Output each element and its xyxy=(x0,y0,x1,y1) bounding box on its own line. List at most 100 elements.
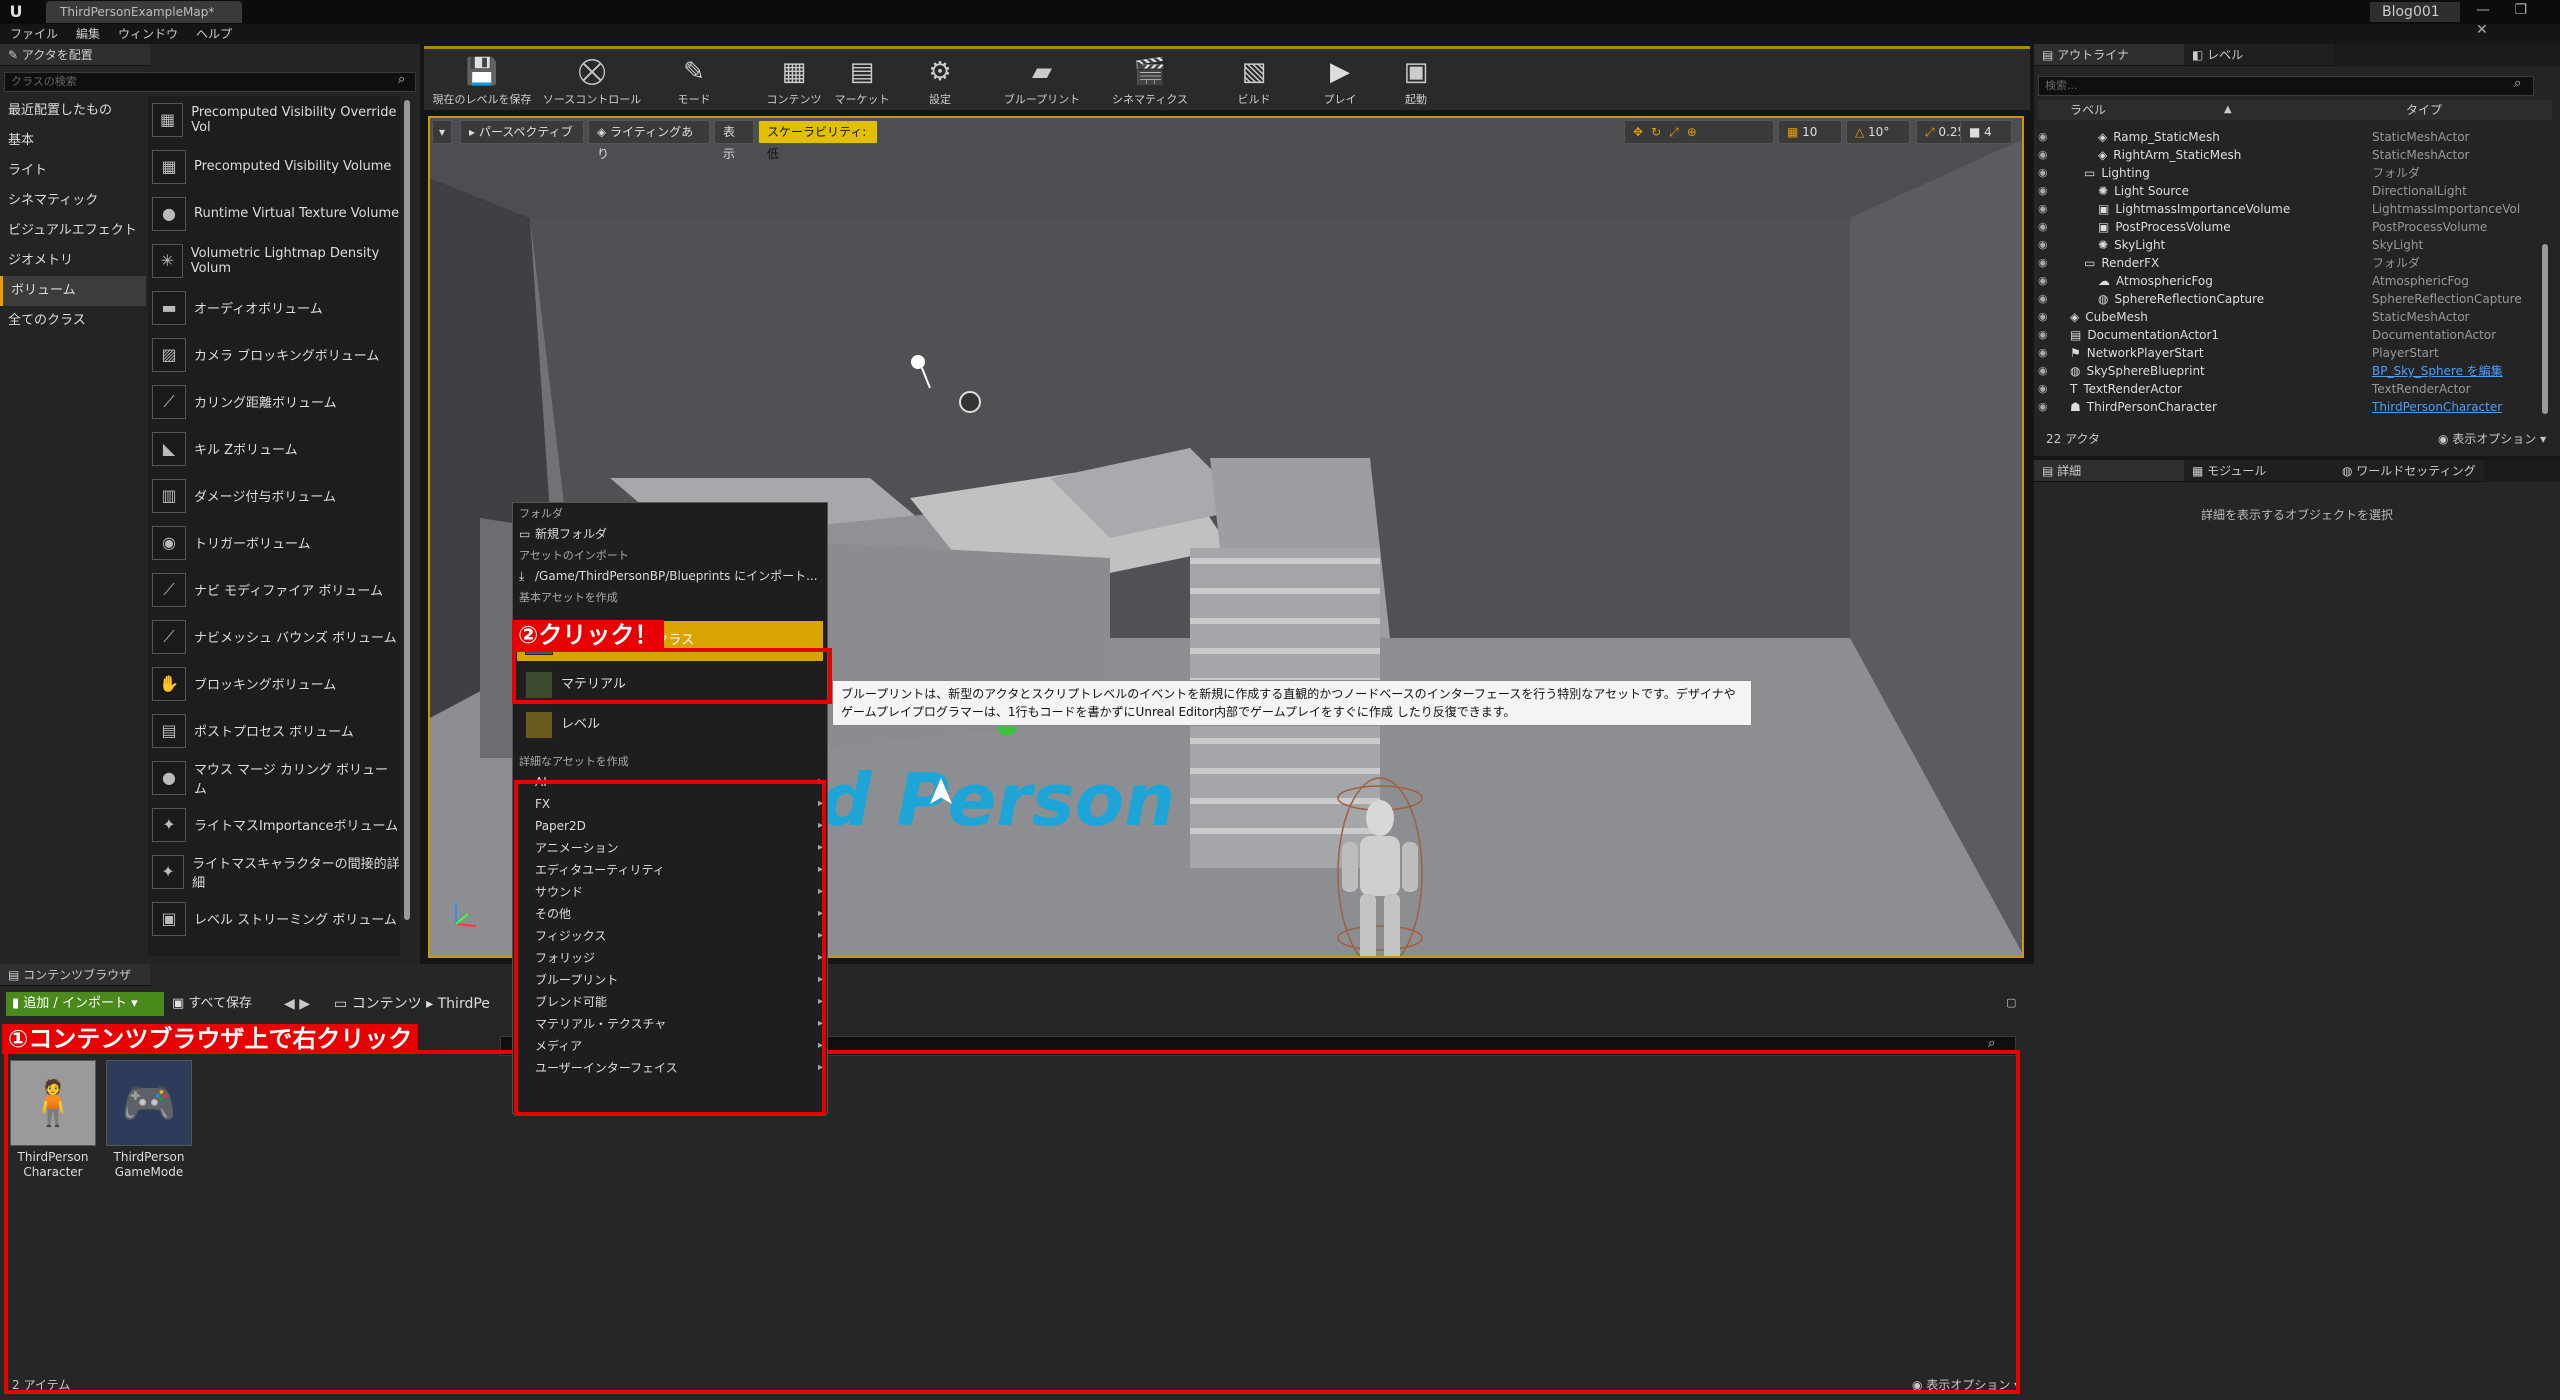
outliner-row[interactable]: ◉ ☁ AtmosphericFog AtmosphericFog xyxy=(2038,272,2548,290)
outliner-row[interactable]: ◉ ✺ SkyLight SkyLight xyxy=(2038,236,2548,254)
category-volumes[interactable]: ボリューム xyxy=(0,276,146,306)
outliner-row[interactable]: ◉ ⚑ NetworkPlayerStart PlayerStart xyxy=(2038,344,2548,362)
actor-item[interactable]: ▥ ダメージ付与ボリューム xyxy=(148,472,400,519)
outliner-row[interactable]: ◉ ▣ PostProcessVolume PostProcessVolume xyxy=(2038,218,2548,236)
details-tab[interactable]: ▤ 詳細 xyxy=(2034,460,2184,482)
outliner-row[interactable]: ◉ ☗ ThirdPersonCharacter ThirdPersonCharact… xyxy=(2038,398,2548,416)
build-button[interactable]: ▧ ビルド xyxy=(1224,55,1284,107)
visibility-eye-icon[interactable]: ◉ xyxy=(2038,146,2056,164)
visibility-eye-icon[interactable]: ◉ xyxy=(2038,182,2056,200)
category-lights[interactable]: ライト xyxy=(0,156,146,186)
outliner-row[interactable]: ◉ ◈ RightArm_StaticMesh StaticMeshActor xyxy=(2038,146,2548,164)
menu-help[interactable]: ヘルプ xyxy=(196,24,232,44)
add-import-button[interactable]: ▮ 追加 / インポート ▾ xyxy=(6,992,164,1016)
actor-item[interactable]: ▨ カメラ ブロッキングボリューム xyxy=(148,331,400,378)
visibility-eye-icon[interactable]: ◉ xyxy=(2038,128,2056,146)
class-search-input[interactable]: クラスの検索 xyxy=(4,72,416,92)
viewport-options-dropdown[interactable]: ▾ xyxy=(432,120,452,144)
visibility-eye-icon[interactable]: ◉ xyxy=(2038,200,2056,218)
source-control-button[interactable]: ⛒ ソースコントロール xyxy=(540,55,644,107)
document-tab[interactable]: ThirdPersonExampleMap* xyxy=(46,1,242,23)
visibility-eye-icon[interactable]: ◉ xyxy=(2038,308,2056,326)
actor-item[interactable]: ⟋ ナビメッシュ バウンズ ボリューム xyxy=(148,613,400,660)
world-settings-tab[interactable]: ◍ ワールドセッティング xyxy=(2334,460,2484,482)
visibility-eye-icon[interactable]: ◉ xyxy=(2038,236,2056,254)
category-cinematic[interactable]: シネマティック xyxy=(0,186,146,216)
rotation-snap-value[interactable]: △ 10° xyxy=(1846,120,1910,144)
save-all-button[interactable]: ▣ すべて保存 xyxy=(172,992,252,1016)
perspective-button[interactable]: ▸ パースペクティブ xyxy=(460,120,584,144)
outliner-row[interactable]: ◉ ◈ CubeMesh StaticMeshActor xyxy=(2038,308,2548,326)
outliner-row[interactable]: ◉ ▣ LightmassImportanceVolume LightmassImpo… xyxy=(2038,200,2548,218)
content-browser-tab[interactable]: ▤ コンテンツブラウザ xyxy=(0,964,150,986)
save-level-button[interactable]: 💾 現在のレベルを保存 xyxy=(430,55,534,107)
visibility-eye-icon[interactable]: ◉ xyxy=(2038,326,2056,344)
visibility-eye-icon[interactable]: ◉ xyxy=(2038,344,2056,362)
scalability-warning-button[interactable]: スケーラビリティ:低 xyxy=(758,120,878,161)
settings-button[interactable]: ⚙ 設定 xyxy=(910,55,970,107)
category-recent[interactable]: 最近配置したもの xyxy=(0,96,146,126)
category-geometry[interactable]: ジオメトリ xyxy=(0,246,146,276)
visibility-eye-icon[interactable]: ◉ xyxy=(2038,290,2056,308)
outliner-row-type[interactable]: ThirdPersonCharacter xyxy=(2372,398,2502,416)
visibility-eye-icon[interactable]: ◉ xyxy=(2038,164,2056,182)
menu-new-folder[interactable]: ▭ 新規フォルダ xyxy=(513,523,827,545)
levels-tab[interactable]: ◧ レベル xyxy=(2184,44,2334,66)
show-button[interactable]: 表示 xyxy=(714,120,754,161)
visibility-eye-icon[interactable]: ◉ xyxy=(2038,272,2056,290)
category-visual-effects[interactable]: ビジュアルエフェクト xyxy=(0,216,146,246)
actor-item[interactable]: ▬ オーディオボリューム xyxy=(148,284,400,331)
outliner-row[interactable]: ◉ ◈ Ramp_StaticMesh StaticMeshActor xyxy=(2038,128,2548,146)
actor-item[interactable]: ✋ ブロッキングボリューム xyxy=(148,660,400,707)
modes-button[interactable]: ✎ モード xyxy=(664,55,724,107)
visibility-eye-icon[interactable]: ◉ xyxy=(2038,218,2056,236)
actor-item[interactable]: ▣ レベル ストリーミング ボリューム xyxy=(148,895,400,942)
actor-item[interactable]: ▤ ポストプロセス ボリューム xyxy=(148,707,400,754)
actor-item[interactable]: ▦ Precomputed Visibility Override Vol xyxy=(148,96,400,143)
outliner-row[interactable]: ◉ ▤ DocumentationActor1 DocumentationActor xyxy=(2038,326,2548,344)
visibility-eye-icon[interactable]: ◉ xyxy=(2038,254,2056,272)
actor-item[interactable]: ● マウス マージ カリング ボリューム xyxy=(148,754,400,801)
content-lock-icon[interactable]: ▢ xyxy=(2006,996,2016,1009)
outliner-scrollbar[interactable] xyxy=(2542,244,2548,414)
actor-item[interactable]: ◣ キル Zボリューム xyxy=(148,425,400,472)
outliner-col-label[interactable]: ラベル xyxy=(2070,100,2106,120)
actor-item[interactable]: ✦ ライトマスキャラクターの間接的詳細 xyxy=(148,848,400,895)
actor-item[interactable]: ▦ Precomputed Visibility Volume xyxy=(148,143,400,190)
menu-edit[interactable]: 編集 xyxy=(76,24,100,44)
blueprints-button[interactable]: ▰ ブループリント xyxy=(992,55,1092,107)
launch-button[interactable]: ▣ 起動 xyxy=(1386,55,1446,107)
category-basic[interactable]: 基本 xyxy=(0,126,146,156)
breadcrumb-content[interactable]: コンテンツ xyxy=(352,996,422,1012)
outliner-row-type[interactable]: BP_Sky_Sphere を編集 xyxy=(2372,362,2503,380)
play-button[interactable]: ▶ プレイ xyxy=(1310,55,1370,107)
visibility-eye-icon[interactable]: ◉ xyxy=(2038,362,2056,380)
content-button[interactable]: ▦ コンテンツ xyxy=(764,55,824,107)
outliner-row[interactable]: ◉ ▭ RenderFX フォルダ xyxy=(2038,254,2548,272)
outliner-col-type[interactable]: タイプ xyxy=(2406,100,2442,120)
actor-item[interactable]: ⟋ ナビ モディファイア ボリューム xyxy=(148,566,400,613)
marketplace-button[interactable]: ▤ マーケット xyxy=(832,55,892,107)
place-actors-tab[interactable]: ✎ アクタを配置 xyxy=(0,44,150,66)
menu-level[interactable]: レベル xyxy=(517,705,823,745)
actor-item[interactable]: ● Runtime Virtual Texture Volume xyxy=(148,190,400,237)
lit-button[interactable]: ◈ ライティングあり xyxy=(588,120,710,161)
outliner-search-input[interactable]: 検索... xyxy=(2038,76,2534,96)
grid-snap-value[interactable]: ▦ 10 xyxy=(1778,120,1842,144)
transform-tools[interactable]: ✥↻⤢⊕ xyxy=(1624,120,1774,144)
modules-tab[interactable]: ▦ モジュール xyxy=(2184,460,2334,482)
cinematics-button[interactable]: 🎬 シネマティクス xyxy=(1100,55,1200,107)
visibility-eye-icon[interactable]: ◉ xyxy=(2038,398,2056,416)
outliner-row[interactable]: ◉ ◍ SphereReflectionCapture SphereReflectio… xyxy=(2038,290,2548,308)
actor-item[interactable]: ◉ トリガーボリューム xyxy=(148,519,400,566)
outliner-row[interactable]: ◉ ▭ Lighting フォルダ xyxy=(2038,164,2548,182)
actor-item[interactable]: ✦ ライトマスImportanceボリューム xyxy=(148,801,400,848)
menu-file[interactable]: ファイル xyxy=(10,24,58,44)
breadcrumb-thirdperson[interactable]: ThirdPe xyxy=(438,996,490,1012)
actor-item[interactable]: ⟋ カリング距離ボリューム xyxy=(148,378,400,425)
menu-import[interactable]: ⤓ /Game/ThirdPersonBP/Blueprints にインポート..… xyxy=(513,565,827,587)
history-back-icon[interactable]: ◀ ▶ xyxy=(284,992,310,1016)
visibility-eye-icon[interactable]: ◉ xyxy=(2038,380,2056,398)
outliner-row[interactable]: ◉ ✺ Light Source DirectionalLight xyxy=(2038,182,2548,200)
outliner-row[interactable]: ◉ ◍ SkySphereBlueprint BP_Sky_Sphere を編集 xyxy=(2038,362,2548,380)
